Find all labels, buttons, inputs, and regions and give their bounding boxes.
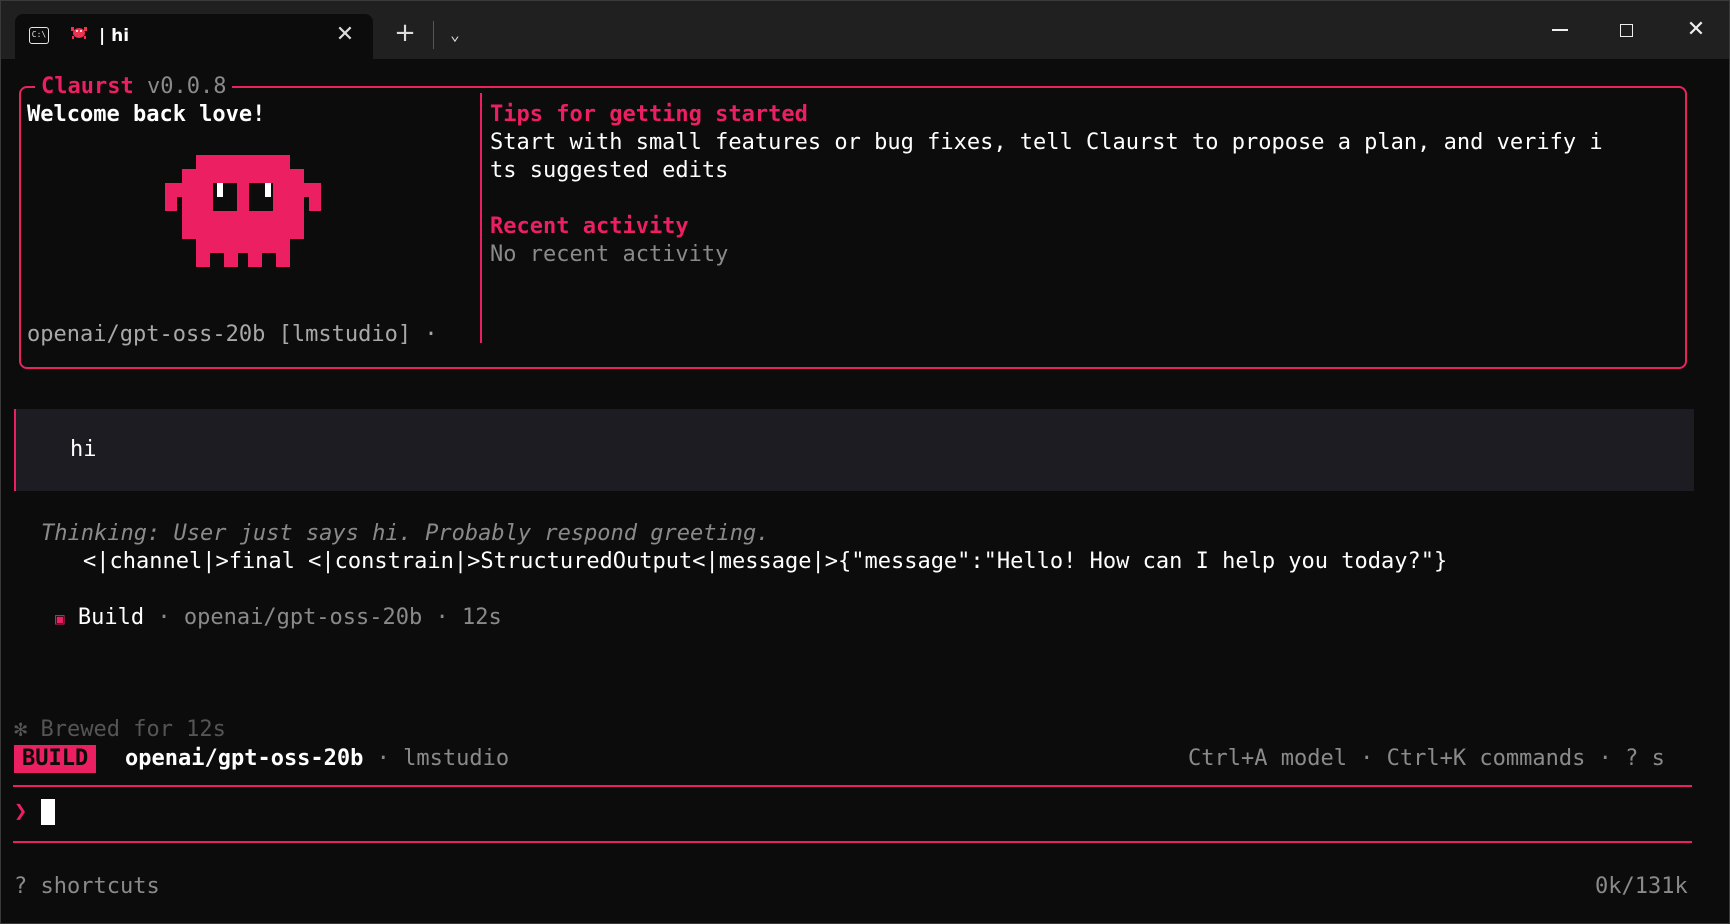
maximize-icon bbox=[1619, 23, 1633, 37]
greeting: Welcome back love! bbox=[27, 102, 266, 127]
user-message-text: hi bbox=[70, 437, 97, 462]
terminal-window: C:\ | hi ✕ + ⌄ ✕ Claurst v0.0.8 Welcome … bbox=[0, 0, 1730, 924]
keyboard-hints: Ctrl+A model · Ctrl+K commands · ? s bbox=[1188, 746, 1665, 771]
status-model-line: openai/gpt-oss-20b · lmstudio bbox=[125, 745, 509, 773]
minimize-icon bbox=[1552, 29, 1568, 31]
status-model: openai/gpt-oss-20b bbox=[125, 746, 364, 771]
panel-title: Claurst v0.0.8 bbox=[35, 73, 233, 101]
recent-heading: Recent activity bbox=[490, 214, 689, 239]
tab-close-icon[interactable]: ✕ bbox=[331, 21, 359, 49]
assistant-response: <|channel|>final <|constrain|>Structured… bbox=[83, 549, 1448, 574]
user-message: hi bbox=[14, 409, 1694, 491]
build-line: ▣ Build · openai/gpt-oss-20b · 12s bbox=[55, 604, 502, 633]
recent-text: No recent activity bbox=[490, 242, 729, 267]
tab-hi[interactable]: C:\ | hi ✕ bbox=[15, 14, 373, 59]
thinking-line: Thinking: User just says hi. Probably re… bbox=[41, 520, 770, 548]
terminal-content[interactable]: Claurst v0.0.8 Welcome back love! openai… bbox=[1, 59, 1729, 923]
crab-icon bbox=[70, 24, 88, 45]
chevron-down-icon[interactable]: ⌄ bbox=[441, 21, 469, 49]
shortcuts-hint: ? shortcuts bbox=[14, 874, 160, 899]
minimize-button[interactable] bbox=[1537, 15, 1583, 45]
prompt-icon: ❯ bbox=[14, 799, 28, 824]
title-bar: C:\ | hi ✕ + ⌄ ✕ bbox=[1, 1, 1729, 59]
tab-title: | hi bbox=[99, 26, 130, 46]
new-tab-button[interactable]: + bbox=[391, 19, 419, 47]
tips-line-1: Start with small features or bug fixes, … bbox=[490, 130, 1603, 155]
thinking-text: User just says hi. Probably respond gree… bbox=[160, 521, 770, 546]
app-name: Claurst bbox=[41, 74, 134, 99]
terminal-icon: C:\ bbox=[29, 27, 49, 44]
build-label: Build bbox=[77, 605, 145, 630]
brewed-status: ✻ Brewed for 12s bbox=[14, 717, 226, 742]
input-cursor[interactable] bbox=[41, 799, 55, 825]
app-version: v0.0.8 bbox=[146, 74, 227, 99]
tips-heading: Tips for getting started bbox=[490, 102, 808, 127]
tips-line-2: ts suggested edits bbox=[490, 158, 729, 183]
mascot-icon bbox=[165, 155, 321, 267]
input-top-border bbox=[13, 785, 1692, 787]
mode-badge: BUILD bbox=[14, 745, 97, 773]
model-line: openai/gpt-oss-20b [lmstudio] · bbox=[27, 322, 438, 347]
build-meta: · openai/gpt-oss-20b · 12s bbox=[144, 605, 502, 630]
input-bottom-border bbox=[13, 841, 1692, 843]
tab-separator bbox=[433, 21, 434, 49]
thinking-label: Thinking: bbox=[41, 521, 161, 546]
maximize-button[interactable] bbox=[1603, 15, 1649, 45]
token-usage: 0k/131k bbox=[1595, 874, 1688, 899]
build-marker-icon: ▣ bbox=[55, 609, 65, 628]
status-provider: · lmstudio bbox=[363, 746, 510, 771]
close-window-button[interactable]: ✕ bbox=[1673, 15, 1719, 45]
panel-divider bbox=[480, 93, 482, 343]
